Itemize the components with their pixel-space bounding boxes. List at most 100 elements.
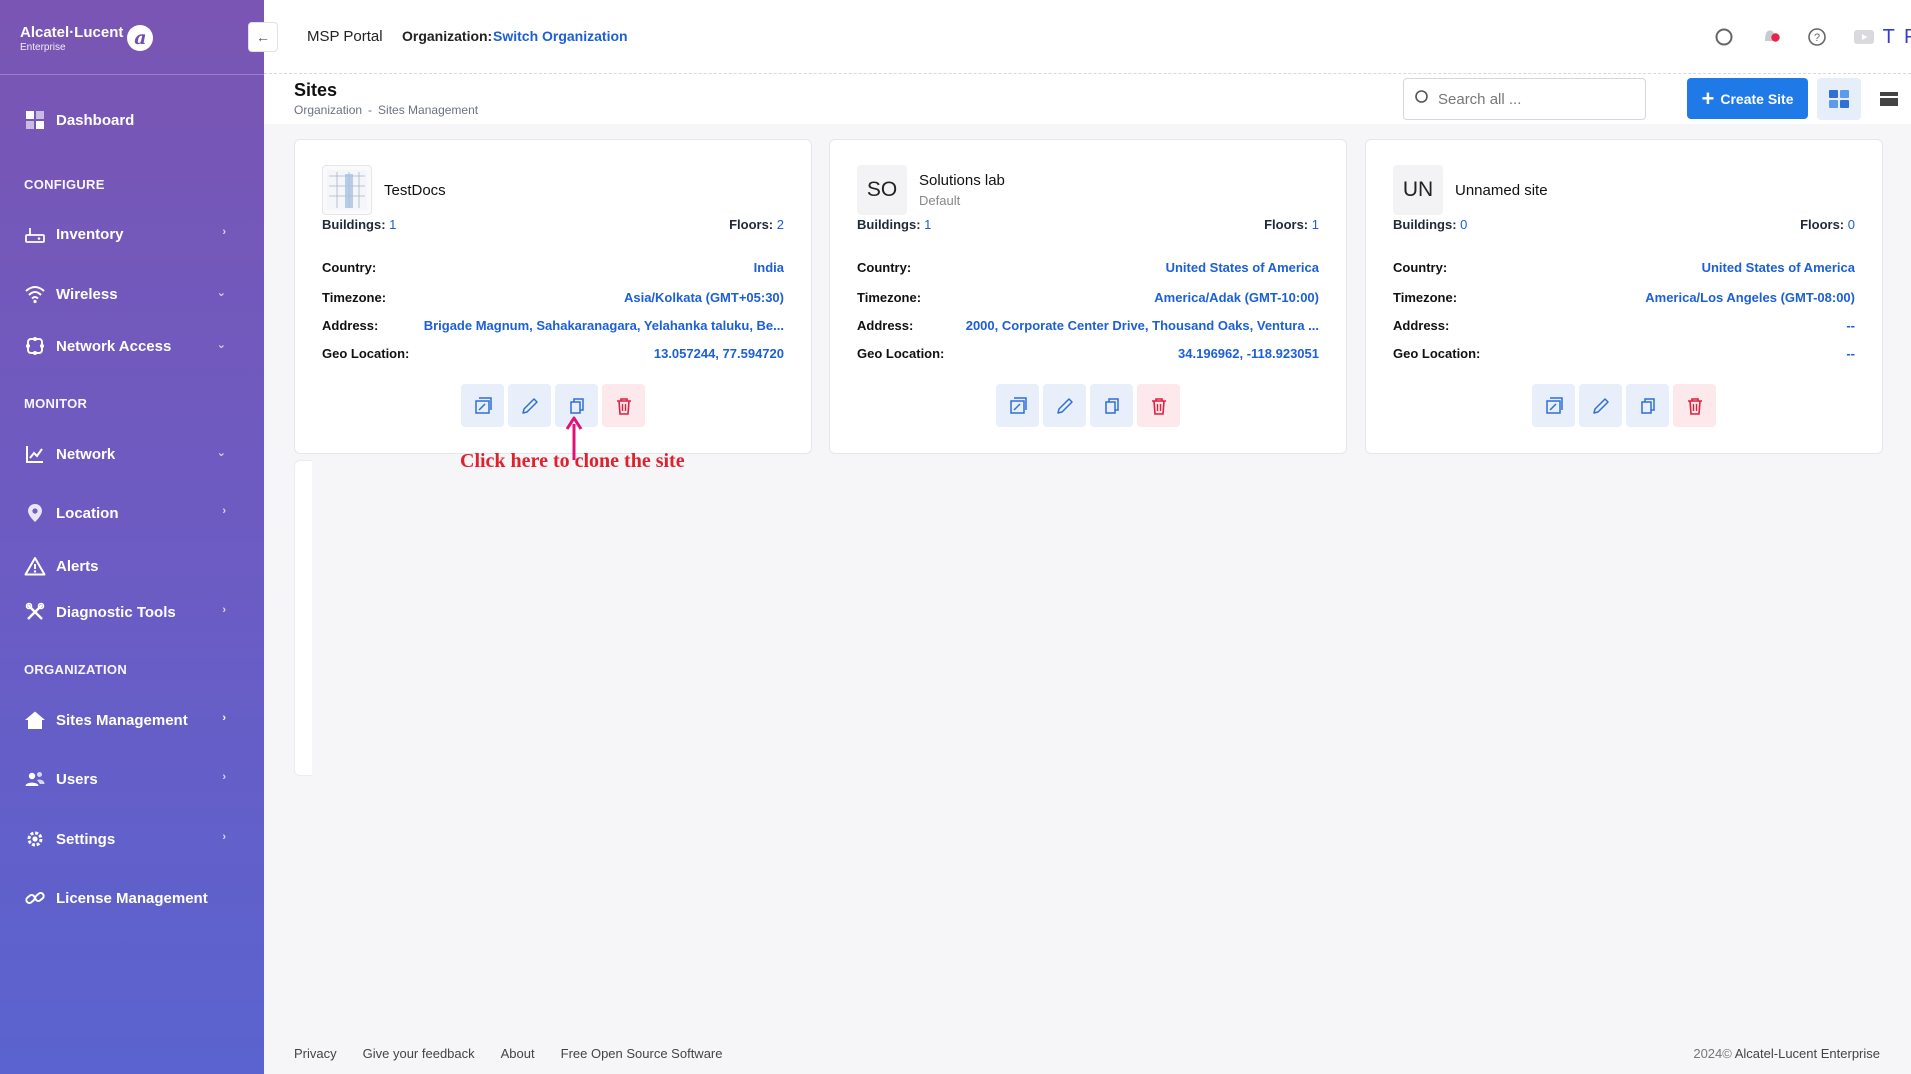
gear-icon — [24, 828, 46, 850]
sidebar-item-sites-management[interactable]: Sites Management › — [24, 705, 226, 735]
sidebar-item-label: Diagnostic Tools — [56, 603, 176, 621]
create-site-button[interactable]: + Create Site — [1687, 78, 1808, 119]
breadcrumb: Organization - Sites Management — [294, 103, 478, 117]
edit-button[interactable] — [1579, 384, 1622, 427]
buildings-label: Buildings: — [1393, 217, 1457, 232]
site-card-unnamed-site[interactable]: UN Unnamed site Buildings: 0 Floors: 0 C… — [1365, 139, 1883, 454]
chevron-right-icon: › — [222, 226, 226, 238]
dashboard-icon — [24, 109, 46, 131]
wifi-icon — [24, 283, 46, 305]
site-name[interactable]: TestDocs — [384, 182, 446, 199]
copyright-year: 2024© — [1693, 1046, 1732, 1061]
geo-value: -- — [1846, 346, 1855, 361]
sidebar-item-license-management[interactable]: License Management — [24, 883, 226, 913]
sidebar-item-wireless[interactable]: Wireless ⌄ — [24, 279, 226, 309]
sidebar-item-label: Sites Management — [56, 711, 188, 729]
sidebar-item-network-access[interactable]: Network Access ⌄ — [24, 331, 226, 361]
edit-button[interactable] — [508, 384, 551, 427]
top-bar: ← MSP Portal Organization: Switch Organi… — [248, 0, 1911, 74]
site-name[interactable]: Solutions lab — [919, 172, 1005, 189]
floorplan-button[interactable] — [1532, 384, 1575, 427]
sidebar-item-settings[interactable]: Settings › — [24, 824, 226, 854]
country-value: India — [753, 260, 784, 275]
search-input[interactable] — [1438, 90, 1628, 108]
pencil-icon — [521, 397, 538, 414]
collapse-sidebar-button[interactable]: ← — [248, 22, 278, 52]
help-icon[interactable]: ? — [1804, 24, 1830, 50]
sidebar-item-inventory[interactable]: Inventory › — [24, 219, 226, 249]
site-card-solutions-lab[interactable]: SO Solutions lab Default Buildings: 1 Fl… — [829, 139, 1347, 454]
buildings-label: Buildings: — [857, 217, 921, 232]
grid-view-button[interactable] — [1817, 78, 1861, 120]
site-name[interactable]: Unnamed site — [1455, 182, 1548, 199]
delete-button[interactable] — [1137, 384, 1180, 427]
sidebar-item-alerts[interactable]: Alerts — [24, 551, 226, 581]
user-avatar[interactable]: T P — [1881, 22, 1911, 52]
search-icon — [1414, 89, 1430, 110]
site-actions — [461, 384, 645, 427]
floors-label: Floors: — [1800, 217, 1845, 232]
grid-view-icon — [1829, 90, 1849, 108]
address-value: -- — [1846, 318, 1855, 333]
address-label: Address: — [1393, 318, 1450, 333]
list-view-button[interactable] — [1867, 78, 1911, 120]
sidebar-item-dashboard[interactable]: Dashboard — [24, 105, 226, 135]
floors-count: 0 — [1847, 217, 1855, 232]
timezone-row: Timezone: America/Los Angeles (GMT-08:00) — [1393, 290, 1855, 305]
delete-button[interactable] — [602, 384, 645, 427]
breadcrumb-organization[interactable]: Organization — [294, 103, 362, 117]
sidebar-item-network[interactable]: Network ⌄ — [24, 439, 226, 469]
chevron-right-icon: › — [222, 604, 226, 616]
switch-organization-link[interactable]: Switch Organization — [493, 28, 628, 44]
users-icon — [24, 768, 46, 790]
edit-button[interactable] — [1043, 384, 1086, 427]
geo-row: Geo Location: 34.196962, -118.923051 — [857, 346, 1319, 361]
breadcrumb-sites-management: Sites Management — [378, 103, 479, 117]
status-circle-icon[interactable] — [1711, 24, 1737, 50]
country-value: United States of America — [1165, 260, 1319, 275]
footer-link-privacy[interactable]: Privacy — [294, 1046, 337, 1061]
brand-sub: Enterprise — [20, 41, 66, 53]
section-monitor: MONITOR — [24, 396, 88, 411]
footer: Privacy Give your feedback About Free Op… — [264, 1033, 1911, 1074]
sidebar-item-users[interactable]: Users › — [24, 764, 226, 794]
sidebar-item-diagnostic-tools[interactable]: Diagnostic Tools › — [24, 597, 226, 627]
floors-count: 1 — [1311, 217, 1319, 232]
chevron-down-icon: ⌄ — [216, 287, 226, 299]
floorplan-button[interactable] — [461, 384, 504, 427]
pencil-icon — [1592, 397, 1609, 414]
sidebar-item-location[interactable]: Location › — [24, 498, 226, 528]
delete-button[interactable] — [1673, 384, 1716, 427]
site-card-header: TestDocs — [322, 165, 446, 215]
site-actions — [996, 384, 1180, 427]
site-card-header: UN Unnamed site — [1393, 165, 1548, 215]
timezone-label: Timezone: — [1393, 290, 1458, 305]
sidebar: Alcatel·Lucent Enterprise a Dashboard CO… — [0, 0, 264, 1074]
chevron-right-icon: › — [222, 712, 226, 724]
copyright-company: Alcatel-Lucent Enterprise — [1734, 1046, 1880, 1061]
video-play-icon[interactable] — [1851, 24, 1877, 50]
chevron-right-icon: › — [222, 771, 226, 783]
floorplan-button[interactable] — [996, 384, 1039, 427]
plus-icon: + — [1701, 85, 1715, 111]
notification-bell-icon[interactable] — [1758, 24, 1784, 50]
footer-link-about[interactable]: About — [501, 1046, 535, 1061]
address-value: Brigade Magnum, Sahakaranagara, Yelahank… — [423, 318, 784, 333]
page-title: Sites — [294, 80, 338, 100]
floors-count: 2 — [776, 217, 784, 232]
network-chart-icon — [24, 443, 46, 465]
site-card-header: SO Solutions lab Default — [857, 165, 1005, 215]
footer-link-foss[interactable]: Free Open Source Software — [561, 1046, 723, 1061]
brand-logo[interactable]: Alcatel·Lucent Enterprise a — [20, 20, 154, 56]
clone-button[interactable] — [1626, 384, 1669, 427]
timezone-value: America/Los Angeles (GMT-08:00) — [1645, 290, 1855, 305]
list-view-icon — [1880, 92, 1898, 106]
page-header: Sites Organization - Sites Management + … — [264, 74, 1911, 124]
tools-icon — [24, 601, 46, 623]
site-card-testdocs[interactable]: TestDocs Buildings: 1 Floors: 2 Country:… — [294, 139, 812, 454]
address-row: Address: Brigade Magnum, Sahakaranagara, … — [322, 318, 784, 333]
footer-link-feedback[interactable]: Give your feedback — [363, 1046, 475, 1061]
search-box[interactable] — [1403, 78, 1646, 120]
geo-value: 13.057244, 77.594720 — [653, 346, 784, 361]
clone-button[interactable] — [1090, 384, 1133, 427]
